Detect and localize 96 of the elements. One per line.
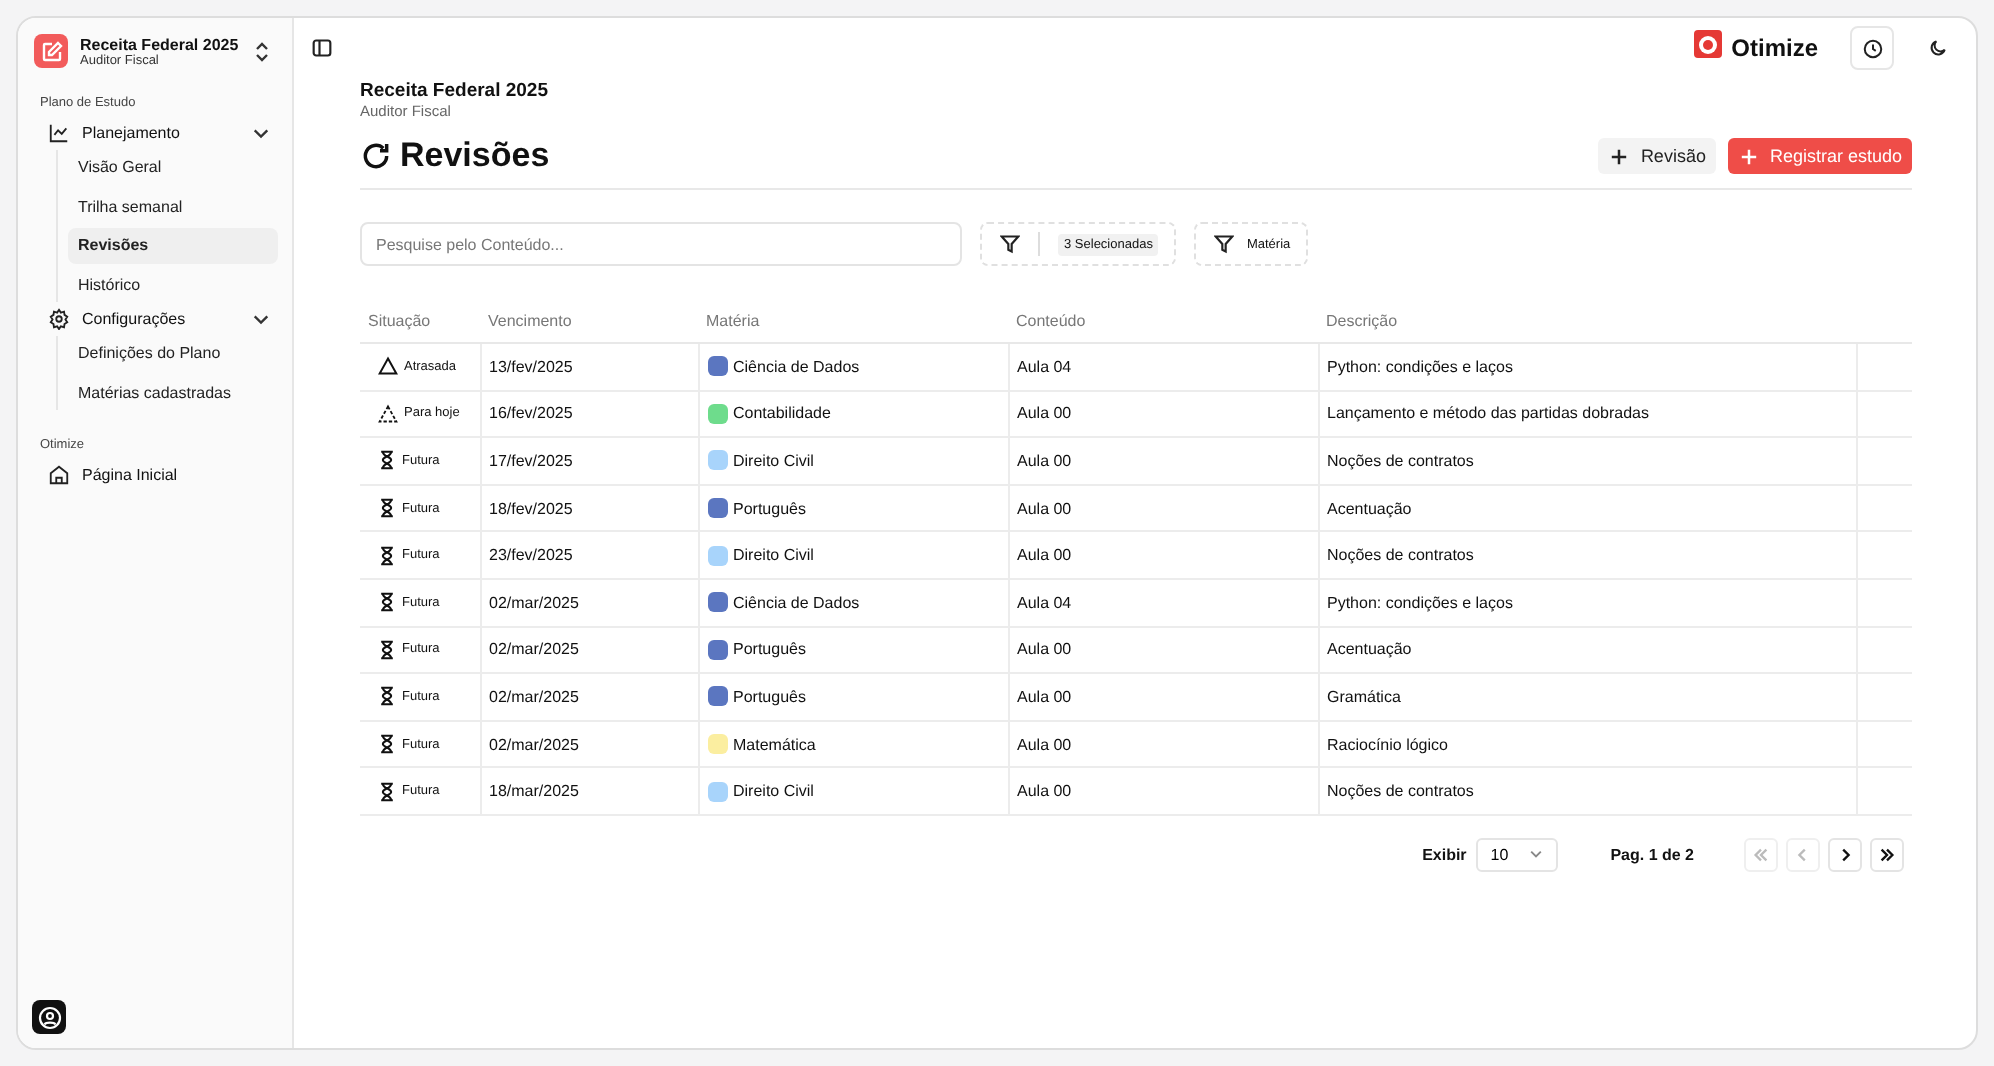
chevron-down-icon (1528, 846, 1545, 863)
table-cell: Aula 00 (1017, 735, 1072, 754)
table-cell: 02/mar/2025 (489, 640, 579, 659)
filter-icon (1000, 234, 1020, 254)
history-button[interactable] (1850, 26, 1894, 70)
moon-icon[interactable] (1928, 38, 1948, 58)
column-header: Matéria (706, 312, 760, 330)
table-cell: Lançamento e método das partidas dobradas (1327, 404, 1649, 423)
page-info: Pag. 1 de 2 (1610, 845, 1694, 864)
table-cell: Python: condições e laços (1327, 357, 1513, 376)
table-cell: Contabilidade (733, 404, 831, 423)
table-cell: Português (733, 640, 806, 659)
hourglass-icon (378, 450, 396, 471)
table-cell: Python: condições e laços (1327, 593, 1513, 612)
table-cell: 23/fev/2025 (489, 546, 573, 565)
table-cell: 18/mar/2025 (489, 782, 579, 801)
nav-item[interactable]: Planejamento (32, 116, 278, 150)
table-cell: Português (733, 687, 806, 706)
hourglass-icon (378, 592, 396, 613)
plan-title: Receita Federal 2025 (360, 80, 551, 102)
table-cell: Ciência de Dados (733, 357, 860, 376)
home-icon (48, 464, 70, 486)
table-cell: 02/mar/2025 (489, 735, 579, 754)
table-cell: Direito Civil (733, 782, 814, 801)
hourglass-icon (378, 639, 396, 660)
table-cell: Noções de contratos (1327, 782, 1474, 801)
hourglass-icon (378, 498, 396, 519)
nav-item[interactable]: Configurações (32, 302, 278, 336)
refresh-icon (360, 140, 392, 172)
table-cell: 02/mar/2025 (489, 687, 579, 706)
hourglass-icon (378, 734, 396, 755)
table-cell: Aula 00 (1017, 546, 1072, 565)
table-cell: Raciocínio lógico (1327, 735, 1448, 754)
table-cell: Noções de contratos (1327, 451, 1474, 470)
page-size-select[interactable]: 10 (1476, 837, 1559, 872)
chevron-icon (1794, 845, 1812, 864)
table-cell: Direito Civil (733, 451, 814, 470)
chart-icon (48, 122, 70, 144)
gear-icon (48, 308, 70, 330)
table-cell: Aula 04 (1017, 593, 1072, 612)
double-chevron-icon (1752, 845, 1770, 864)
table-cell: Direito Civil (733, 546, 814, 565)
table-cell: Aula 00 (1017, 404, 1072, 423)
table-cell: 17/fev/2025 (489, 451, 573, 470)
nav-subitem[interactable]: Matérias cadastradas (68, 375, 278, 410)
nav-subitem[interactable]: Definições do Plano (68, 336, 278, 371)
nav-subitem[interactable]: Trilha semanal (68, 189, 278, 224)
page-size-label: Exibir (1422, 845, 1467, 864)
table-cell: Aula 00 (1017, 640, 1072, 659)
register-study-button[interactable]: Registrar estudo (1727, 138, 1912, 174)
hourglass-icon (378, 781, 396, 802)
table-cell: Noções de contratos (1327, 546, 1474, 565)
nav-item[interactable]: Página Inicial (32, 458, 278, 492)
hourglass-icon (378, 545, 396, 566)
table-cell: Acentuação (1327, 640, 1412, 659)
column-header: Vencimento (488, 312, 572, 330)
column-header: Conteúdo (1016, 312, 1086, 330)
filter-icon (1214, 234, 1235, 254)
plus-icon (1739, 147, 1758, 165)
table-cell: 16/fev/2025 (489, 404, 573, 423)
double-chevron-icon (1878, 845, 1896, 864)
plus-icon (1610, 147, 1629, 165)
table-cell: Aula 00 (1017, 499, 1072, 518)
dashed-warning-icon (378, 403, 398, 424)
table-cell: Gramática (1327, 687, 1401, 706)
table-cell: Ciência de Dados (733, 593, 860, 612)
table-cell: Aula 00 (1017, 782, 1072, 801)
user-avatar-icon[interactable] (32, 1000, 66, 1034)
hourglass-icon (378, 686, 396, 707)
sidebar-toggle-icon[interactable] (312, 38, 332, 58)
nav-subitem[interactable]: Revisões (68, 228, 278, 263)
chevron-updown-icon (254, 41, 270, 61)
add-review-button[interactable]: Revisão (1598, 138, 1716, 174)
next-page-button[interactable] (1828, 837, 1862, 872)
table-cell: Acentuação (1327, 499, 1412, 518)
search-field[interactable]: Pesquise pelo Conteúdo... (360, 222, 962, 266)
workspace-title: Receita Federal 2025 (80, 35, 239, 53)
nav-subitem[interactable]: Visão Geral (68, 150, 278, 185)
edit-icon (34, 34, 68, 68)
table-cell: Aula 00 (1017, 687, 1072, 706)
table-cell: Português (733, 499, 806, 518)
brand-name: Otimize (1731, 34, 1818, 62)
table-cell: 18/fev/2025 (489, 499, 573, 518)
last-page-button[interactable] (1870, 837, 1904, 872)
table-cell: Aula 04 (1017, 357, 1072, 376)
page-heading: Revisões (400, 136, 550, 176)
nav-subitem[interactable]: Histórico (68, 267, 278, 302)
table-cell: 02/mar/2025 (489, 593, 579, 612)
table-cell: 13/fev/2025 (489, 357, 573, 376)
clock-icon (1861, 37, 1883, 59)
column-header: Situação (368, 312, 431, 330)
chevron-icon (1836, 845, 1854, 864)
table-cell: Matemática (733, 735, 816, 754)
table-cell: Aula 00 (1017, 451, 1072, 470)
column-header: Descrição (1326, 312, 1398, 330)
warning-icon (378, 356, 398, 377)
